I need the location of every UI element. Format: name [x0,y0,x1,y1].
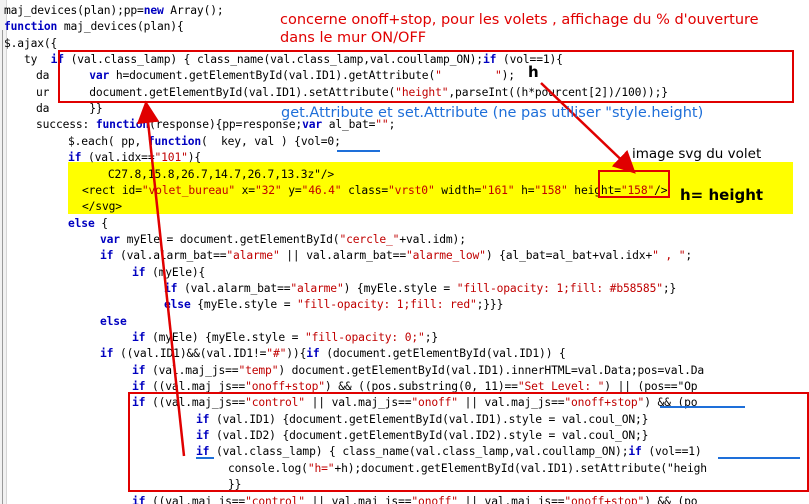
annotation-title-line1: concerne onoff+stop, pour les volets , a… [280,12,759,28]
annotation-svg-note: image svg du volet [632,146,762,162]
annotation-attribute-note: get.Attribute et set.Attribute (ne pas u… [281,105,704,121]
annotation-arrows [136,82,800,459]
annotation-h-equals: h= height [680,186,764,204]
arrow-h-to-svg [540,82,636,174]
annotation-title-line2: dans le mur ON/OFF [280,30,427,46]
annotation-h-marker: h [528,63,539,81]
arrow-bottom-to-top [136,100,186,457]
